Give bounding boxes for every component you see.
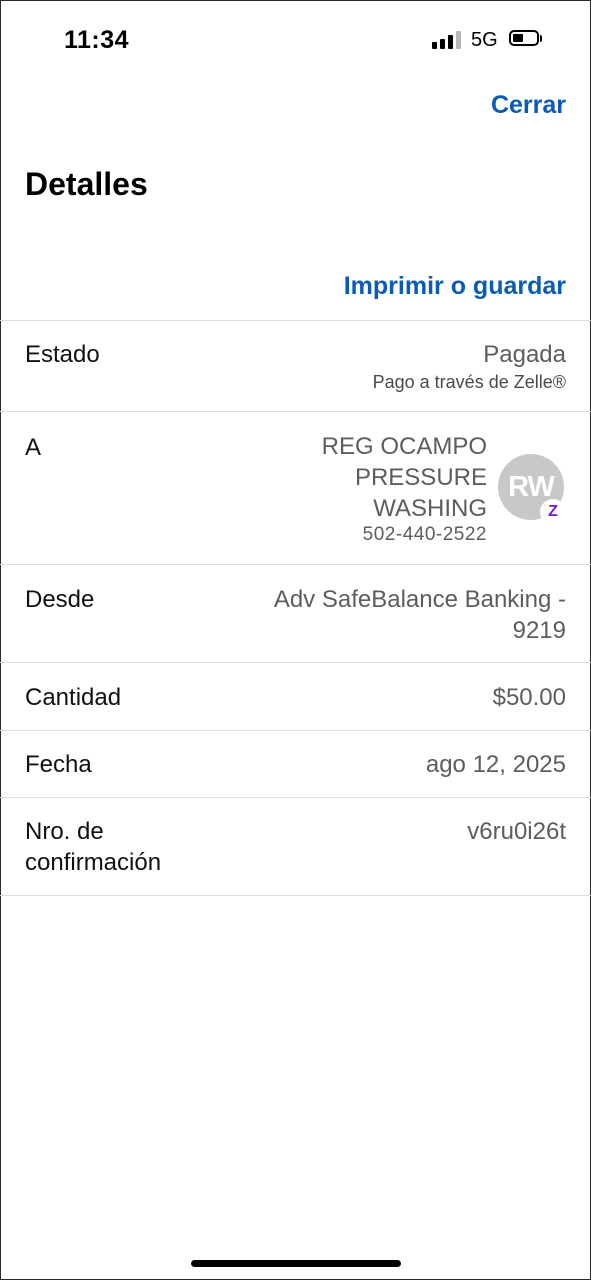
divider bbox=[0, 320, 591, 321]
status-time: 11:34 bbox=[64, 26, 130, 54]
amount-value: $50.00 bbox=[492, 684, 566, 711]
amount-label: Cantidad bbox=[25, 684, 122, 711]
recipient-name: REG OCAMPO PRESSURE WASHING bbox=[321, 433, 487, 522]
status-label: Estado bbox=[25, 341, 100, 368]
from-account-line1: Adv SafeBalance Banking - bbox=[273, 586, 566, 613]
date-value: ago 12, 2025 bbox=[425, 751, 566, 778]
recipient-phone: 502-440-2522 bbox=[362, 524, 487, 545]
divider bbox=[0, 730, 591, 731]
payment-method-note: Pago a través de Zelle® bbox=[372, 372, 566, 392]
zelle-icon: Z bbox=[540, 499, 566, 525]
from-account-line2: 9219 bbox=[512, 617, 566, 644]
divider bbox=[0, 411, 591, 412]
confirmation-label-line1: Nro. de bbox=[25, 818, 104, 845]
print-or-save-button[interactable]: Imprimir o guardar bbox=[344, 272, 566, 301]
home-indicator[interactable] bbox=[191, 1260, 401, 1267]
confirmation-number: v6ru0i26t bbox=[467, 818, 566, 845]
divider bbox=[0, 895, 591, 896]
recipient-label: A bbox=[25, 434, 42, 461]
divider bbox=[0, 662, 591, 663]
confirmation-label-line2: confirmación bbox=[25, 849, 162, 876]
divider bbox=[0, 797, 591, 798]
date-label: Fecha bbox=[25, 751, 92, 778]
page-title: Detalles bbox=[25, 166, 148, 202]
from-label: Desde bbox=[25, 586, 95, 613]
divider bbox=[0, 564, 591, 565]
status-value: Pagada bbox=[483, 341, 566, 368]
cellular-signal-icon bbox=[432, 31, 462, 49]
close-button[interactable]: Cerrar bbox=[491, 91, 566, 120]
network-type: 5G bbox=[471, 29, 498, 51]
battery-icon bbox=[509, 30, 543, 48]
